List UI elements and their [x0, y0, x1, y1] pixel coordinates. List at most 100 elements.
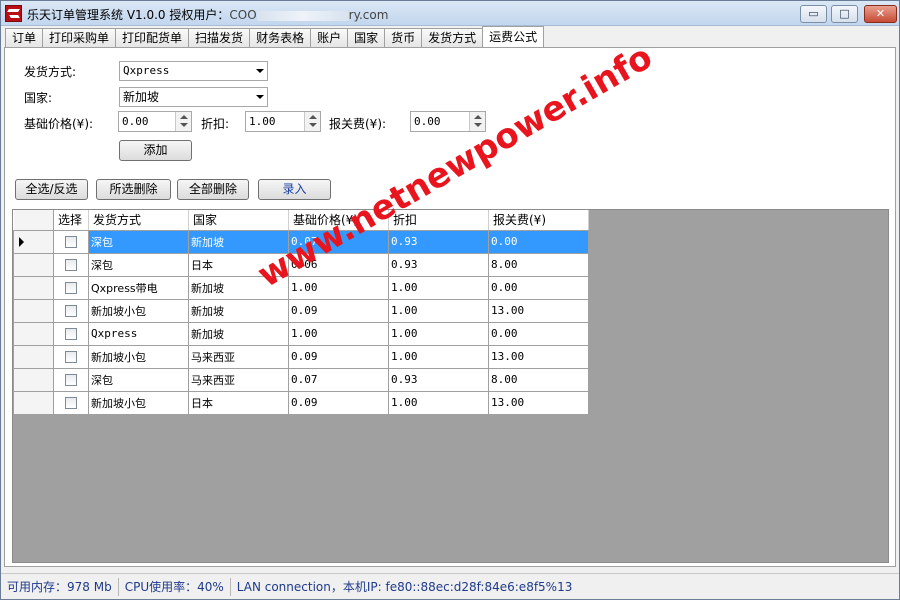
customs-fee-stepper[interactable]: 0.00 — [410, 111, 486, 132]
add-button[interactable]: 添加 — [119, 140, 192, 161]
row-checkbox-cell[interactable] — [53, 275, 89, 300]
table-row[interactable]: 新加坡小包 新加坡 0.09 1.00 13.00 — [13, 298, 589, 323]
row-checkbox-cell[interactable] — [53, 298, 89, 323]
row-header[interactable] — [13, 252, 54, 277]
row-header[interactable] — [13, 344, 54, 369]
column-header-country[interactable]: 国家 — [188, 210, 289, 231]
cell-country[interactable]: 新加坡 — [188, 321, 289, 346]
column-header-discount[interactable]: 折扣 — [388, 210, 489, 231]
cell-country[interactable]: 马来西亚 — [188, 367, 289, 392]
cell-country[interactable]: 日本 — [188, 252, 289, 277]
tab-0[interactable]: 订单 — [5, 28, 44, 48]
row-header[interactable] — [13, 321, 54, 346]
cell-country[interactable]: 日本 — [188, 390, 289, 415]
cell-customs-fee[interactable]: 0.00 — [488, 275, 589, 300]
row-checkbox[interactable] — [65, 236, 77, 248]
cell-discount[interactable]: 0.93 — [388, 252, 489, 277]
row-checkbox[interactable] — [65, 282, 77, 294]
cell-base-price[interactable]: 0.07 — [288, 367, 389, 392]
select-all-button[interactable]: 全选/反选 — [15, 179, 88, 200]
table-row[interactable]: 深包 马来西亚 0.07 0.93 8.00 — [13, 367, 589, 392]
cell-country[interactable]: 新加坡 — [188, 229, 289, 254]
row-header[interactable] — [13, 390, 54, 415]
table-row[interactable]: 深包 新加坡 0.07 0.93 0.00 — [13, 229, 589, 254]
cell-base-price[interactable]: 1.00 — [288, 275, 389, 300]
cell-base-price[interactable]: 0.09 — [288, 298, 389, 323]
stepper-buttons[interactable] — [304, 112, 320, 131]
cell-country[interactable]: 马来西亚 — [188, 344, 289, 369]
table-row[interactable]: 新加坡小包 马来西亚 0.09 1.00 13.00 — [13, 344, 589, 369]
row-checkbox[interactable] — [65, 328, 77, 340]
row-checkbox-cell[interactable] — [53, 229, 89, 254]
column-header-select[interactable]: 选择 — [53, 210, 89, 231]
row-header[interactable] — [13, 229, 54, 254]
discount-stepper[interactable]: 1.00 — [245, 111, 321, 132]
cell-method[interactable]: 深包 — [88, 252, 189, 277]
cell-method[interactable]: 深包 — [88, 229, 189, 254]
column-header-base-price[interactable]: 基础价格(¥) — [288, 210, 389, 231]
tab-5[interactable]: 账户 — [310, 28, 349, 48]
cell-country[interactable]: 新加坡 — [188, 275, 289, 300]
table-row[interactable]: Qxpress带电 新加坡 1.00 1.00 0.00 — [13, 275, 589, 300]
close-button[interactable]: ✕ — [864, 5, 897, 23]
row-checkbox-cell[interactable] — [53, 390, 89, 415]
delete-all-button[interactable]: 全部删除 — [177, 179, 249, 200]
cell-discount[interactable]: 0.93 — [388, 367, 489, 392]
tab-1[interactable]: 打印采购单 — [42, 28, 117, 48]
table-row[interactable]: 深包 日本 0.06 0.93 8.00 — [13, 252, 589, 277]
tab-7[interactable]: 货币 — [384, 28, 423, 48]
base-price-stepper[interactable]: 0.00 — [118, 111, 192, 132]
row-checkbox-cell[interactable] — [53, 367, 89, 392]
country-select[interactable]: 新加坡 — [119, 87, 268, 107]
row-checkbox-cell[interactable] — [53, 344, 89, 369]
cell-method[interactable]: Qxpress带电 — [88, 275, 189, 300]
cell-customs-fee[interactable]: 13.00 — [488, 344, 589, 369]
row-header[interactable] — [13, 367, 54, 392]
column-header-method[interactable]: 发货方式 — [88, 210, 189, 231]
row-checkbox[interactable] — [65, 305, 77, 317]
data-grid-area[interactable]: 选择 发货方式 国家 基础价格(¥) 折扣 报关费(¥) 深包 新加坡 0.07 0.… — [12, 209, 889, 563]
tab-3[interactable]: 扫描发货 — [188, 28, 251, 48]
row-checkbox[interactable] — [65, 374, 77, 386]
tab-8[interactable]: 发货方式 — [421, 28, 484, 48]
cell-customs-fee[interactable]: 13.00 — [488, 298, 589, 323]
row-checkbox-cell[interactable] — [53, 252, 89, 277]
cell-country[interactable]: 新加坡 — [188, 298, 289, 323]
row-checkbox-cell[interactable] — [53, 321, 89, 346]
tab-4[interactable]: 财务表格 — [249, 28, 312, 48]
minimize-button[interactable]: ▭ — [800, 5, 827, 23]
cell-base-price[interactable]: 0.06 — [288, 252, 389, 277]
cell-base-price[interactable]: 0.09 — [288, 344, 389, 369]
row-header[interactable] — [13, 298, 54, 323]
column-header-customs-fee[interactable]: 报关费(¥) — [488, 210, 589, 231]
tab-6[interactable]: 国家 — [347, 28, 386, 48]
cell-customs-fee[interactable]: 0.00 — [488, 321, 589, 346]
cell-discount[interactable]: 1.00 — [388, 344, 489, 369]
table-row[interactable]: Qxpress 新加坡 1.00 1.00 0.00 — [13, 321, 589, 346]
cell-customs-fee[interactable]: 0.00 — [488, 229, 589, 254]
cell-customs-fee[interactable]: 8.00 — [488, 367, 589, 392]
cell-base-price[interactable]: 0.09 — [288, 390, 389, 415]
freight-formula-grid[interactable]: 选择 发货方式 国家 基础价格(¥) 折扣 报关费(¥) 深包 新加坡 0.07 0.… — [13, 210, 589, 415]
cell-method[interactable]: 深包 — [88, 367, 189, 392]
cell-method[interactable]: Qxpress — [88, 321, 189, 346]
cell-discount[interactable]: 1.00 — [388, 321, 489, 346]
title-bar[interactable]: 乐天订单管理系统 V1.0.0 授权用户：COO ry.com ▭ □ ✕ — [1, 1, 899, 26]
cell-customs-fee[interactable]: 13.00 — [488, 390, 589, 415]
row-checkbox[interactable] — [65, 351, 77, 363]
cell-method[interactable]: 新加坡小包 — [88, 390, 189, 415]
cell-customs-fee[interactable]: 8.00 — [488, 252, 589, 277]
cell-discount[interactable]: 0.93 — [388, 229, 489, 254]
delete-selected-button[interactable]: 所选删除 — [96, 179, 171, 200]
stepper-buttons[interactable] — [469, 112, 485, 131]
row-checkbox[interactable] — [65, 397, 77, 409]
cell-base-price[interactable]: 1.00 — [288, 321, 389, 346]
row-header[interactable] — [13, 275, 54, 300]
tab-2[interactable]: 打印配货单 — [115, 28, 190, 48]
cell-method[interactable]: 新加坡小包 — [88, 298, 189, 323]
row-checkbox[interactable] — [65, 259, 77, 271]
enter-button[interactable]: 录入 — [258, 179, 331, 200]
cell-method[interactable]: 新加坡小包 — [88, 344, 189, 369]
shipping-method-select[interactable]: Qxpress — [119, 61, 268, 81]
stepper-buttons[interactable] — [175, 112, 191, 131]
